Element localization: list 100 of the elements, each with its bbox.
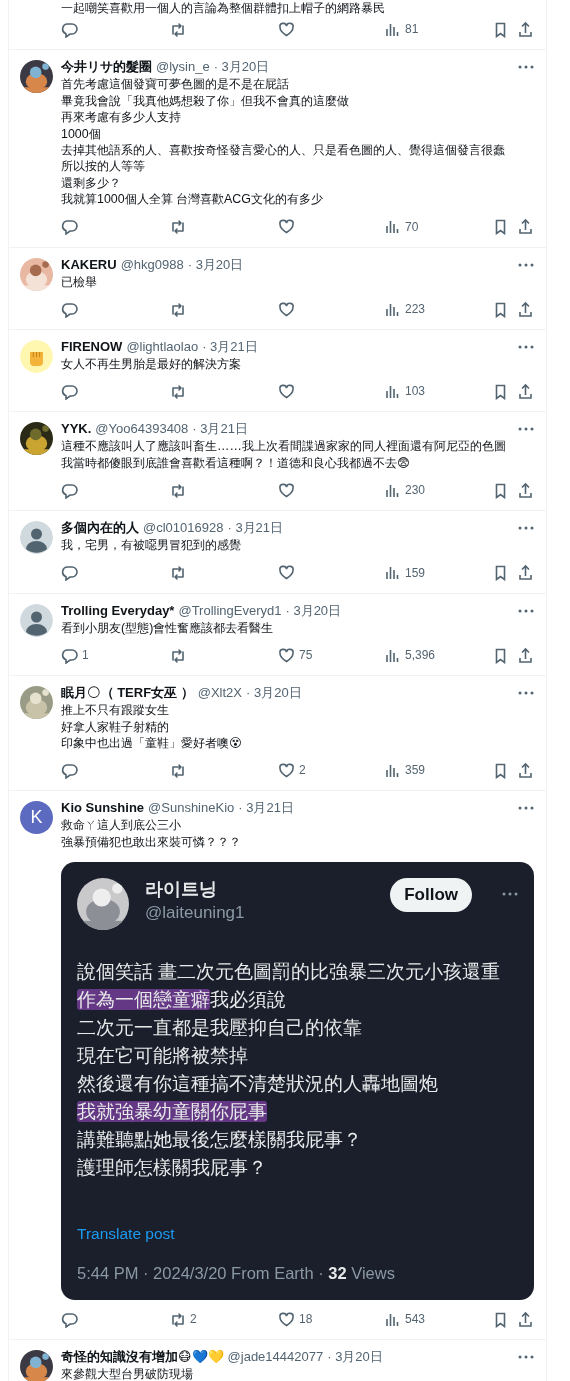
more-icon[interactable] [518, 691, 534, 696]
text-line: 作為一個戀童癖我必須說 [77, 988, 287, 1013]
heart-icon[interactable] [278, 564, 295, 582]
more-icon[interactable] [518, 345, 534, 350]
tweet-text: 看到小朋友(型態)會性奮應該都去看醫生 [61, 619, 275, 637]
retweet-icon[interactable] [169, 761, 186, 779]
retweet-icon[interactable] [169, 300, 186, 318]
heart-icon[interactable] [278, 761, 295, 779]
views-icon[interactable] [384, 564, 401, 582]
count-text: 2 [190, 1311, 197, 1329]
reply-icon[interactable] [61, 218, 78, 236]
retweet-icon[interactable] [169, 1310, 186, 1328]
avatar-icon[interactable] [20, 603, 53, 637]
share-icon[interactable] [517, 300, 534, 318]
user-handle[interactable]: @cl01016928 [143, 519, 224, 538]
user-name[interactable]: YYK. [61, 420, 92, 439]
heart-icon[interactable] [278, 300, 295, 318]
user-name[interactable]: 多個內在的人 [61, 519, 139, 538]
count-text: 159 [405, 564, 426, 582]
avatar-icon[interactable] [20, 521, 53, 555]
tweet-text: 這種不應該叫人了應該叫畜生……我上次看間諜過家家的同人裡面還有阿尼亞的色圖 我當時都傻眼到底誰會喜歡看這種啊？！道德和良心我都過不去😨 [61, 438, 507, 472]
share-icon[interactable] [517, 761, 534, 779]
post-date[interactable]: · 3月21日 [202, 338, 258, 357]
user-handle[interactable]: @lightlaolao [126, 338, 199, 357]
retweet-icon[interactable] [169, 646, 186, 664]
post-date[interactable]: · 3月20日 [213, 58, 270, 77]
count-text: 2 [299, 762, 306, 780]
user-name[interactable]: FIRENOW [61, 338, 123, 357]
reply-icon[interactable] [61, 382, 78, 400]
heart-icon[interactable] [278, 646, 295, 664]
share-icon[interactable] [517, 564, 534, 582]
more-icon[interactable] [518, 65, 534, 70]
reply-icon[interactable] [61, 564, 78, 582]
tweet-text: 一起嘲笑喜歡用一個人的言論為整個群體扣上帽子的網路暴民 [61, 0, 386, 17]
more-icon[interactable] [518, 1355, 534, 1360]
user-handle[interactable]: @hkg0988 [120, 255, 184, 274]
more-icon[interactable] [518, 262, 534, 267]
heart-icon[interactable] [278, 382, 295, 400]
reply-icon[interactable] [61, 646, 78, 664]
user-name[interactable]: Trolling Everyday* [61, 601, 175, 620]
heart-icon[interactable] [278, 1310, 295, 1328]
post-date[interactable]: · 3月20日 [246, 684, 302, 703]
share-icon[interactable] [517, 382, 534, 400]
avatar-initial[interactable]: K [20, 801, 53, 835]
tweet-text: 救命ㄚ這人到底公三小 強暴預備犯也敢出來裝可憐？？？ [61, 817, 242, 851]
heart-icon[interactable] [278, 218, 295, 236]
tweet-text: 來參觀大型台男破防現場 [61, 1366, 194, 1381]
views-icon[interactable] [384, 218, 401, 236]
share-icon[interactable] [517, 1310, 534, 1328]
count-text: 359 [405, 762, 426, 780]
more-icon[interactable] [518, 427, 534, 432]
user-handle[interactable]: @Xlt2X [197, 684, 242, 703]
retweet-icon[interactable] [169, 481, 186, 499]
post-date[interactable]: · 3月21日 [238, 799, 294, 818]
count-text: 70 [405, 218, 419, 236]
reply-icon[interactable] [61, 761, 78, 779]
heart-icon[interactable] [278, 481, 295, 499]
translate-link[interactable]: Translate post [77, 1222, 518, 1246]
user-name[interactable]: Kio Sunshine [61, 799, 145, 818]
retweet-icon[interactable] [169, 20, 186, 38]
share-icon[interactable] [517, 20, 534, 38]
post-date[interactable]: · 3月21日 [227, 519, 284, 538]
user-handle[interactable]: @jade14442077 [227, 1348, 324, 1367]
user-name[interactable]: KAKERU [61, 255, 117, 274]
share-icon[interactable] [517, 646, 534, 664]
more-icon[interactable] [518, 526, 534, 531]
user-name[interactable]: 今井リサ的髮圈 [61, 58, 152, 77]
text-line: 護理師怎樣關我屁事？ [77, 1156, 268, 1181]
user-handle[interactable]: @Yoo64393408 [95, 420, 189, 439]
tweet-text: 女人不再生男胎是最好的解決方案 [61, 356, 242, 373]
retweet-icon[interactable] [169, 564, 186, 582]
more-icon[interactable] [518, 608, 534, 613]
retweet-icon[interactable] [169, 218, 186, 236]
retweet-icon[interactable] [169, 382, 186, 400]
count-text: 81 [405, 21, 419, 39]
share-icon[interactable] [517, 481, 534, 499]
post-date[interactable]: · 3月20日 [187, 255, 244, 274]
reply-icon[interactable] [61, 481, 78, 499]
user-handle[interactable]: @SunshineKio [148, 799, 235, 818]
heart-icon[interactable] [278, 20, 295, 38]
follow-button[interactable]: Follow [390, 878, 472, 912]
tweet-text: 我，宅男，有被噁男冒犯到的感覺 [61, 537, 242, 554]
tweet-text: 首先考慮這個發寶可夢色圖的是不是在屁話 畢竟我會說「我真他媽想殺了你」但我不會真的這麼做 再來考慮有多少人支持 1000個 去掉其他語系的人、喜歡按奇怪發言愛心的人、只是看色圖的人、覺得這個發言很蠢 所以按的人等等 還剩多少？ 我就算1000個人全算 台灣喜歡ACG文化的有多少 [61, 76, 506, 208]
post-date[interactable]: · 3月20日 [285, 601, 342, 620]
user-name[interactable]: 眠月🌕（ TERF女巫 ） [61, 684, 194, 703]
user-name[interactable]: 奇怪的知識沒有增加😷💙💛 [61, 1348, 224, 1367]
post-date[interactable]: · 3月21日 [192, 420, 248, 439]
reply-icon[interactable] [61, 1310, 78, 1328]
share-icon[interactable] [517, 218, 534, 236]
more-icon[interactable] [518, 806, 534, 811]
tweet-text: 已檢舉 [61, 273, 98, 291]
reply-icon[interactable] [61, 300, 78, 318]
post-meta: 5:44 PM · 2024/3/20 From Earth · 32 Views [77, 1263, 396, 1285]
count-text: 1 [82, 647, 89, 665]
post-date[interactable]: · 3月20日 [327, 1348, 383, 1367]
more-icon[interactable] [502, 892, 518, 897]
user-handle[interactable]: @TrollingEveryd1 [178, 601, 282, 620]
reply-icon[interactable] [61, 20, 78, 38]
user-handle[interactable]: @lysin_e [156, 58, 210, 77]
user-name: 라이트닝 [145, 878, 218, 901]
